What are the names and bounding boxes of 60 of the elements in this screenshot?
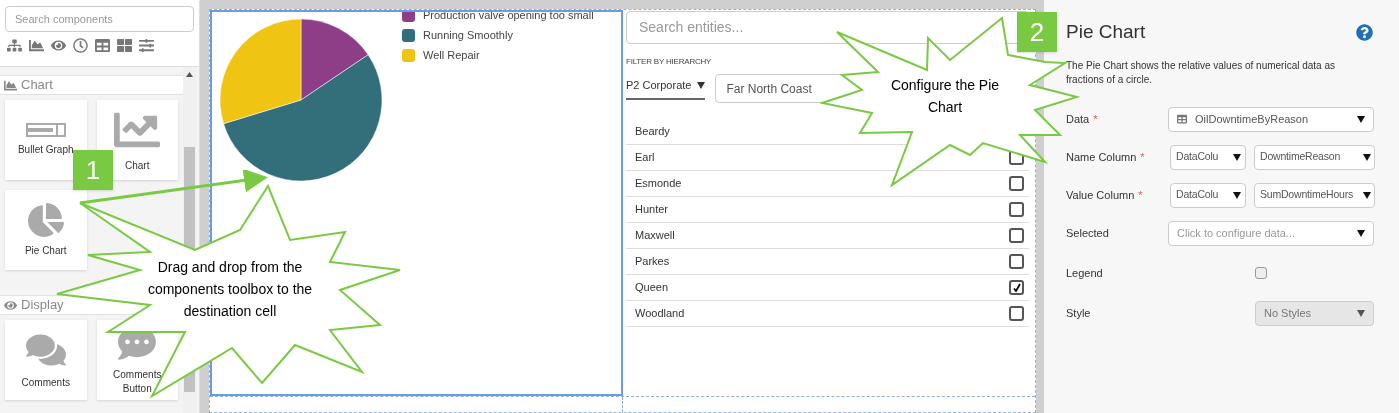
legend-label: Running Smoothly [423,27,513,43]
caret-icon [1357,229,1365,237]
column-select[interactable]: DataColu [1170,144,1246,170]
area-chart-icon[interactable] [29,37,44,53]
entity-row[interactable]: Queen [626,275,1029,301]
legend-label: Well Repair [423,47,480,63]
caret-icon [1233,153,1241,161]
panel-description: The Pie Chart shows the relative values of numerical data as fractions of a circle. [1066,58,1337,87]
table-icon [1177,114,1187,124]
section-header[interactable]: Chart [0,75,183,95]
hierarchy-dropdown[interactable]: P2 Corporate [626,77,706,100]
required-mark: * [1138,187,1143,203]
entity-checkbox[interactable] [1009,202,1024,217]
eye-icon [4,298,17,312]
step-badge: 1 [73,150,113,190]
field-label: Name Column [1066,149,1137,165]
table-icon[interactable] [95,37,110,53]
entity-checkbox[interactable] [1009,254,1024,269]
entity-checkbox[interactable] [1009,228,1024,243]
entity-checkbox[interactable] [1009,176,1024,191]
component-tile[interactable]: Bullet Graph [5,100,87,180]
panel-title: Pie Chart [1066,20,1146,44]
caret-icon [1357,309,1365,317]
clock-icon[interactable] [73,37,88,53]
pie-chart-icon [27,202,64,238]
caret-icon [1363,191,1371,199]
field-label: Value Column [1066,187,1135,203]
hierarchy-icon[interactable] [7,37,22,53]
callout-text: Configure the Pie Chart [889,76,1001,117]
field-label: Style [1066,305,1091,321]
entity-checkbox[interactable] [1009,280,1024,295]
entity-row[interactable]: Parkes [626,249,1029,275]
grid-icon[interactable] [117,37,132,53]
legend-checkbox[interactable] [1255,267,1267,279]
column-select[interactable]: SumDowntimeHours [1254,182,1375,208]
component-tile[interactable]: Comments [5,320,87,400]
entity-checkbox[interactable] [1009,306,1024,321]
filter-label: FILTER BY HIERARCHY [626,56,713,68]
caret-icon [1357,115,1365,123]
bullet-graph-icon [25,123,66,137]
required-mark: * [1093,111,1098,127]
entity-row[interactable]: Hunter [626,197,1029,223]
entity-row[interactable]: Maxwell [626,223,1029,249]
field-label: Selected [1066,225,1109,241]
step-badge: 2 [1017,12,1057,52]
component-tile[interactable]: Pie Chart [5,190,87,270]
help-icon[interactable] [1356,23,1373,41]
entity-row[interactable]: Woodland [626,301,1029,327]
caret-icon [697,82,706,89]
column-select[interactable]: DataColu [1170,182,1246,208]
scroll-up-icon[interactable] [186,72,193,77]
sliders-icon[interactable] [139,37,154,53]
caret-icon [1363,153,1371,161]
data-select[interactable]: OilDowntimeByReason [1168,106,1374,132]
column-select[interactable]: DowntimeReason [1254,144,1375,170]
required-mark: * [1140,149,1145,165]
caret-icon [1233,191,1241,199]
field-label: Legend [1066,265,1103,281]
area-chart-icon [4,78,17,92]
field-label: Data [1066,111,1090,127]
